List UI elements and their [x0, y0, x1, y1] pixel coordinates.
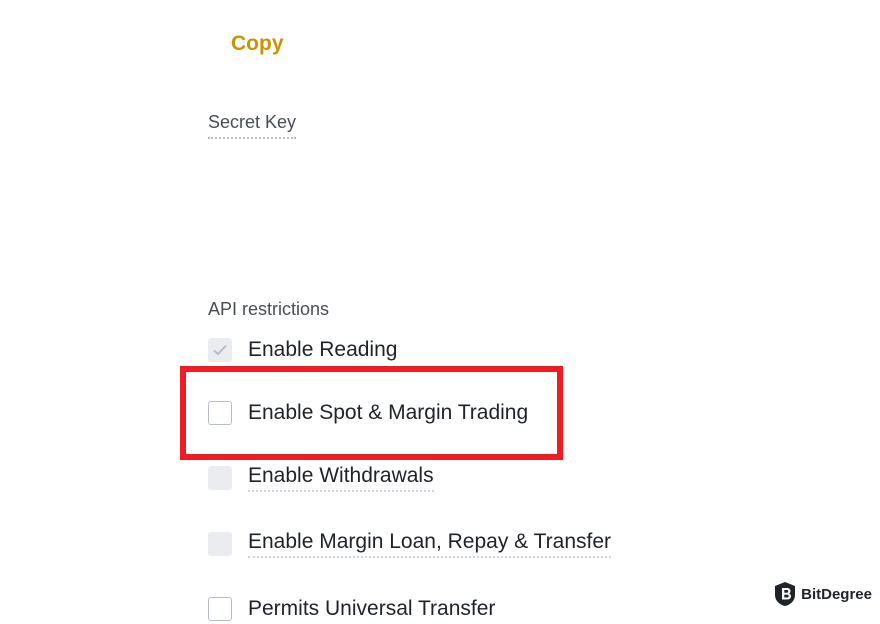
option-enable-margin-loan: Enable Margin Loan, Repay & Transfer [208, 529, 612, 559]
checkbox-enable-withdrawals [208, 466, 232, 490]
checkbox-enable-margin-loan [208, 532, 232, 556]
checkbox-enable-reading [208, 338, 232, 362]
option-enable-withdrawals: Enable Withdrawals [208, 463, 434, 493]
option-enable-spot-margin-trading[interactable]: Enable Spot & Margin Trading [208, 398, 528, 428]
option-permits-universal-transfer[interactable]: Permits Universal Transfer [208, 594, 495, 624]
option-label: Enable Withdrawals [248, 464, 434, 492]
option-label[interactable]: Permits Universal Transfer [248, 597, 495, 621]
watermark-text: BitDegree [801, 585, 872, 603]
copy-button[interactable]: Copy [231, 32, 284, 56]
bitdegree-watermark: BitDegree [774, 581, 872, 607]
option-label[interactable]: Enable Spot & Margin Trading [248, 401, 528, 425]
option-label: Enable Margin Loan, Repay & Transfer [248, 530, 612, 558]
checkbox-enable-spot-margin-trading[interactable] [208, 401, 232, 425]
secret-key-label: Secret Key [208, 112, 297, 139]
option-label: Enable Reading [248, 338, 398, 361]
option-enable-reading: Enable Reading [208, 335, 397, 365]
checkbox-permits-universal-transfer[interactable] [208, 597, 232, 621]
checkmark-icon [213, 344, 227, 356]
bitdegree-logo-icon [775, 582, 796, 606]
api-restrictions-title: API restrictions [208, 299, 330, 319]
